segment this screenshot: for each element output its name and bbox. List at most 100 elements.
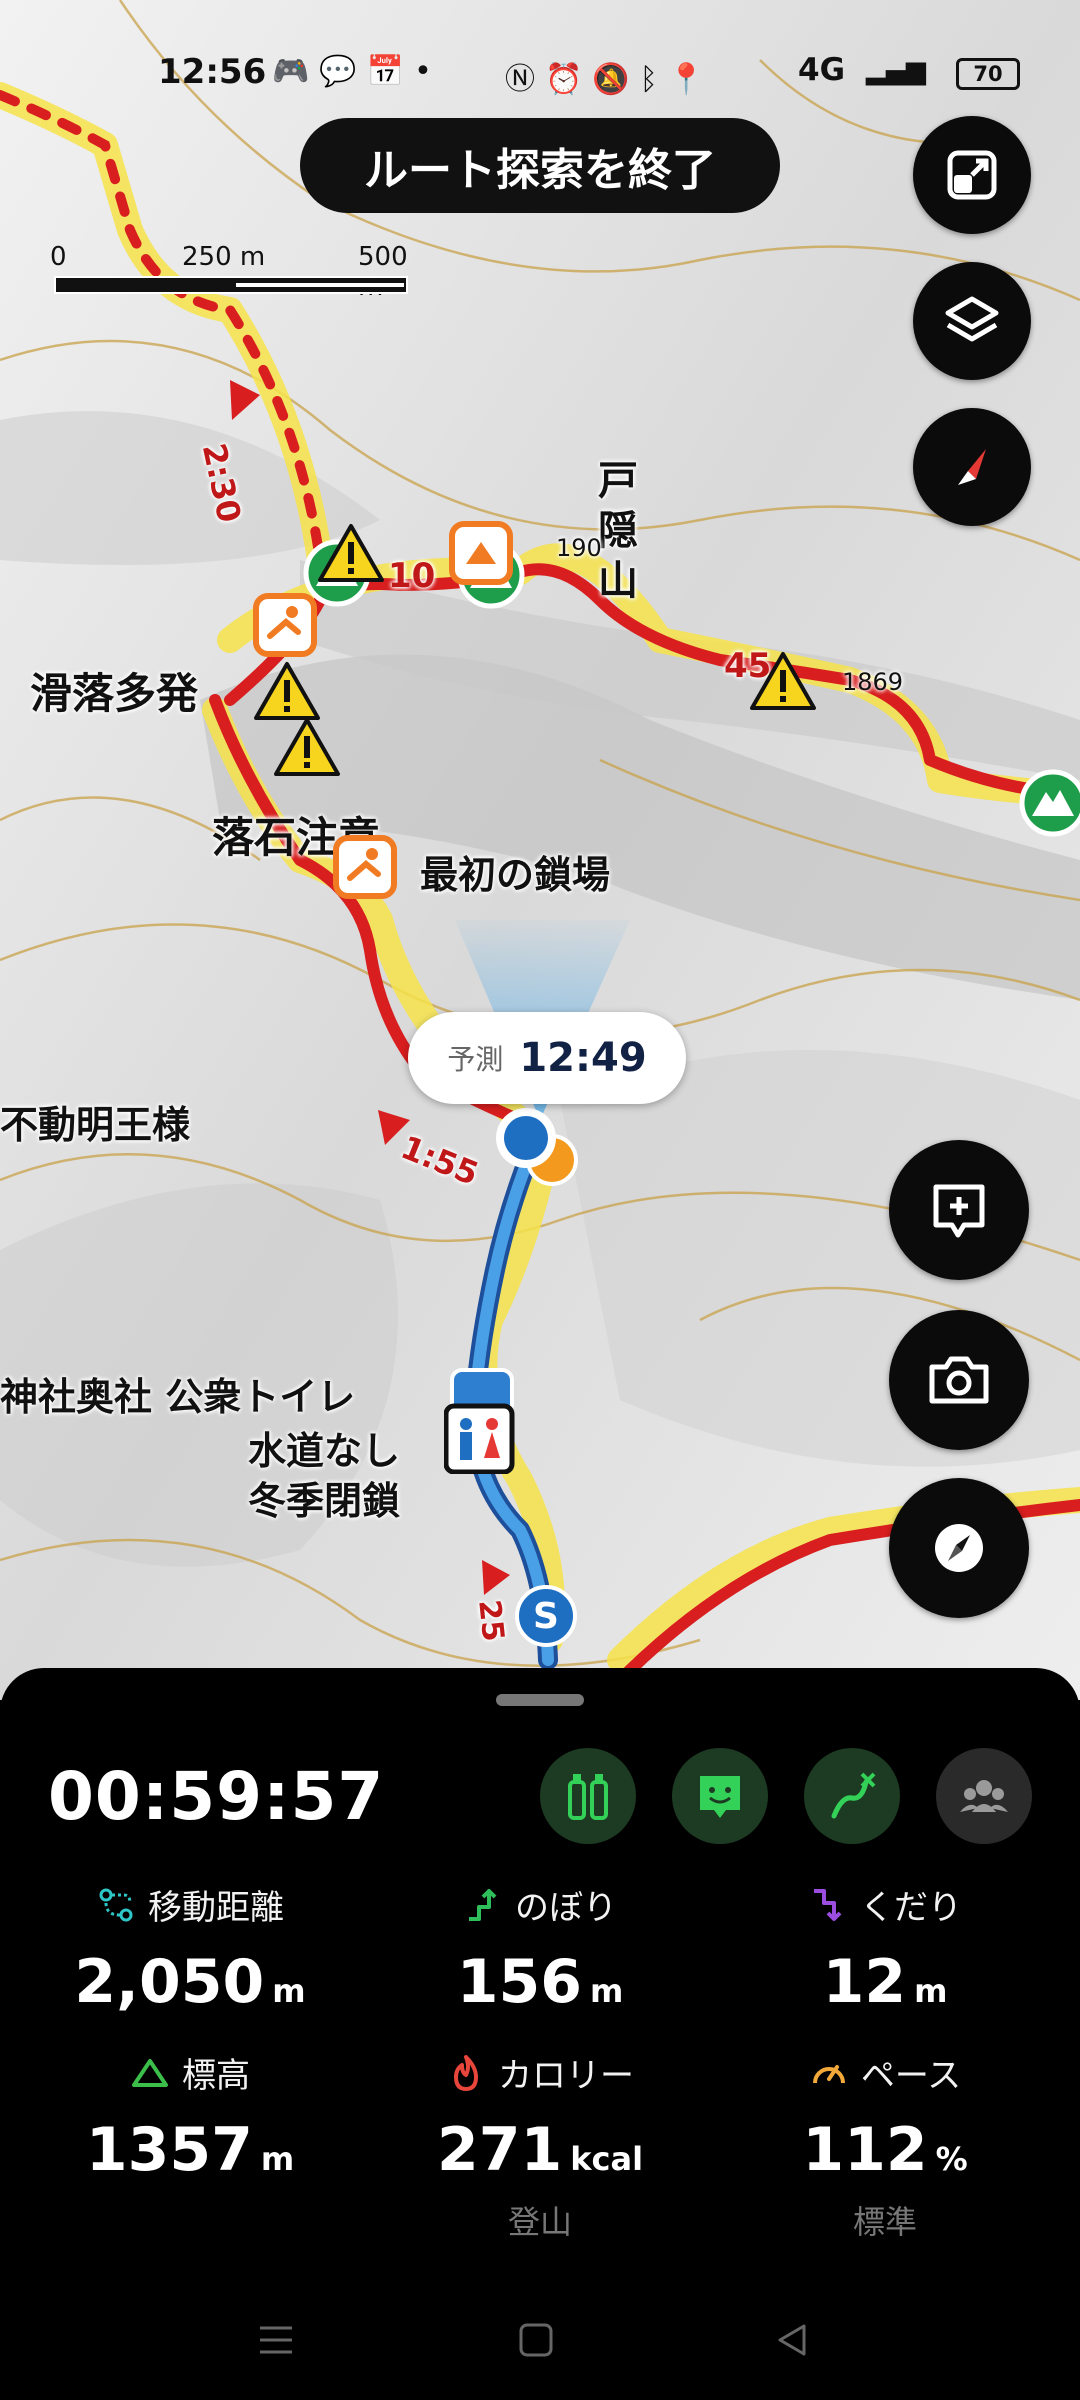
resize-icon	[947, 150, 997, 200]
stat-unit: m	[260, 2140, 295, 2178]
poi-label-fudo-myoo: 不動明王様	[0, 1103, 191, 1147]
mountain-icon	[132, 2058, 168, 2087]
compass-icon	[935, 1524, 983, 1572]
companion-button[interactable]	[672, 1748, 768, 1844]
stat-value: 112	[802, 2115, 928, 2185]
route-replan-button[interactable]	[804, 1748, 900, 1844]
stat-label: くだり	[860, 1888, 962, 1928]
elevation-label: 1869	[842, 668, 904, 696]
stat-value: 156	[456, 1947, 582, 2017]
camera-button[interactable]	[889, 1310, 1029, 1450]
toilet-marker-icon[interactable]	[444, 1366, 520, 1474]
prediction-time: 12:49	[519, 1035, 647, 1081]
hut-marker-icon[interactable]	[448, 520, 514, 586]
nfc-icon: Ⓝ	[505, 62, 545, 97]
compass-needle-icon	[958, 449, 986, 485]
mountain-name-char-3: 山	[598, 558, 638, 604]
course-time-label: 25	[471, 1598, 511, 1644]
stat-value: 2,050	[74, 1947, 265, 2017]
start-marker-icon[interactable]: S	[514, 1584, 578, 1654]
compass-north-button[interactable]	[913, 408, 1031, 526]
stat-label: ペース	[860, 2056, 962, 2096]
mute-icon: 🔕	[592, 62, 640, 97]
distance-icon	[99, 1888, 133, 1921]
stat-sublabel: 登山	[507, 2203, 572, 2241]
warning-icon[interactable]	[252, 660, 322, 722]
stat-label: カロリー	[498, 2056, 634, 2096]
route-icon	[831, 1772, 876, 1819]
battery-icon: 70	[956, 58, 1020, 90]
poi-label-winter-closed: 冬季閉鎖	[248, 1479, 401, 1523]
add-comment-icon	[933, 1184, 985, 1238]
stat-unit: kcal	[570, 2140, 644, 2178]
activity-panel: 00:59:57 移動距離 2,050 m のぼり 156 m くだり 12 m 標高…	[0, 1668, 1080, 2400]
stat-ascent: のぼり 156 m	[390, 1880, 690, 2017]
notification-icons: 🎮💬📅•	[272, 54, 442, 89]
descent-icon	[814, 1888, 842, 1921]
group-members-button[interactable]	[936, 1748, 1032, 1844]
elevation-label: 190	[556, 534, 602, 562]
stat-unit: m	[589, 1972, 624, 2010]
system-navigation-bar	[0, 2320, 1080, 2400]
arrival-prediction-bubble[interactable]: 予測 12:49	[408, 1012, 686, 1104]
gear-checklist-button[interactable]	[540, 1748, 636, 1844]
stat-descent: くだり 12 m	[735, 1880, 1035, 2017]
stat-unit: m	[272, 1972, 306, 2010]
panel-drag-handle[interactable]	[496, 1694, 584, 1706]
alarm-icon: ⏰	[545, 62, 593, 97]
home-icon[interactable]	[516, 2320, 556, 2360]
stat-pace: ペース 112% 標準	[735, 2048, 1035, 2243]
layers-icon	[945, 296, 999, 342]
stat-unit: %	[935, 2140, 968, 2178]
start-marker-label: S	[533, 1596, 559, 1637]
speedometer-icon	[812, 2064, 845, 2083]
warning-icon[interactable]	[316, 522, 386, 584]
poi-label-no-water: 水道なし	[248, 1429, 401, 1473]
stat-sublabel: 標準	[852, 2203, 917, 2241]
camera-icon	[929, 1356, 989, 1404]
back-icon[interactable]	[772, 2320, 812, 2360]
poi-label-first-chain: 最初の鎖場	[420, 853, 611, 897]
line-icon: 💬	[319, 54, 367, 89]
map-scale: 0 250 m 500 m	[50, 242, 410, 302]
map-view[interactable]: 12:56 🎮💬📅• Ⓝ⏰🔕ᛒ📍 4G ▂▄▆ 70 ルート探索を終了 0 25…	[0, 0, 1080, 1700]
course-time-label: 10	[388, 556, 436, 596]
elapsed-time: 00:59:57	[48, 1758, 385, 1835]
stat-label: 標高	[182, 2056, 250, 2096]
network-indicator: 4G	[798, 52, 846, 88]
warning-icon[interactable]	[272, 716, 342, 778]
warning-label-frequent-falls: 滑落多発	[30, 669, 199, 718]
add-memo-button[interactable]	[889, 1140, 1029, 1280]
ascent-icon	[469, 1888, 497, 1921]
bluetooth-icon: ᛒ	[639, 62, 668, 97]
stat-label: 移動距離	[148, 1888, 284, 1928]
scale-mid: 250 m	[182, 242, 266, 272]
group-icon	[960, 1780, 1008, 1812]
current-location-icon	[496, 1108, 578, 1186]
end-route-search-button[interactable]: ルート探索を終了	[300, 118, 780, 213]
prediction-label: 予測	[447, 1043, 504, 1076]
bottles-icon	[568, 1774, 608, 1820]
navigation-mode-button[interactable]	[889, 1478, 1029, 1618]
status-time: 12:56	[158, 52, 267, 92]
fall-hazard-icon[interactable]	[252, 592, 318, 658]
fall-hazard-icon[interactable]	[332, 834, 398, 900]
stat-value: 271	[436, 2115, 563, 2185]
warning-icon[interactable]	[748, 650, 818, 712]
stat-value: 12	[822, 1947, 907, 2017]
stat-distance: 移動距離 2,050 m	[40, 1880, 340, 2017]
stat-unit: m	[914, 1972, 948, 2010]
menu-icon[interactable]	[256, 2320, 296, 2360]
system-icons: Ⓝ⏰🔕ᛒ📍	[505, 54, 715, 98]
fullscreen-toggle-button[interactable]	[913, 116, 1031, 234]
discord-icon: 🎮	[272, 54, 320, 89]
scale-bar	[54, 276, 408, 294]
stat-value: 1357	[85, 2115, 253, 2185]
summit-marker-icon[interactable]	[1018, 768, 1080, 838]
calendar-icon: 📅	[366, 54, 415, 89]
scale-zero: 0	[50, 242, 67, 272]
map-layers-button[interactable]	[913, 262, 1031, 380]
flame-icon	[454, 2054, 478, 2091]
chat-face-icon	[700, 1776, 740, 1818]
battery-level: 70	[973, 62, 1003, 86]
